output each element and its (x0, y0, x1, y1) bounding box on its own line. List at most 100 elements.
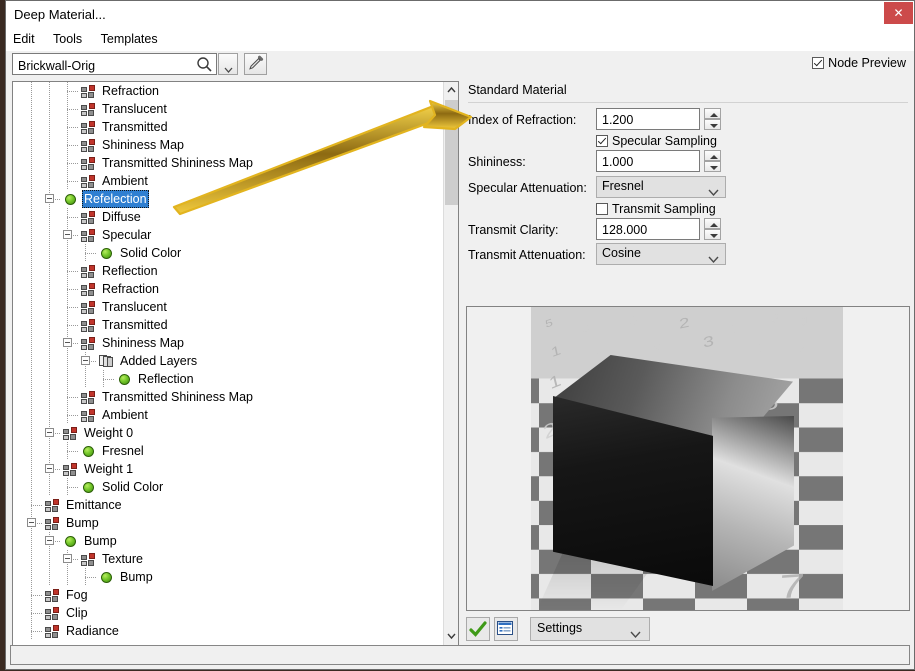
tree-node-label: Transmitted Shininess Map (102, 156, 253, 170)
shininess-label: Shininess: (468, 155, 526, 169)
tree-node[interactable]: Translucent (13, 298, 443, 316)
tree-node[interactable]: Emittance (13, 496, 443, 514)
tree-node[interactable]: Specular (13, 226, 443, 244)
index-of-refraction-field[interactable] (596, 108, 700, 130)
sphere-node-icon (117, 372, 133, 386)
close-button[interactable]: ✕ (884, 2, 913, 24)
tree-node[interactable]: Translucent (13, 100, 443, 118)
map-node-icon (81, 210, 97, 224)
checkbox-glyph (596, 203, 608, 215)
menu-item-edit[interactable]: Edit (6, 29, 42, 49)
tree-node[interactable]: Texture (13, 550, 443, 568)
tree-node-selected[interactable]: Refelection (13, 190, 443, 208)
tree-node-label: Refraction (102, 84, 159, 98)
map-node-icon (81, 318, 97, 332)
tree-node[interactable]: Transmitted (13, 316, 443, 334)
tree-node[interactable]: Shininess Map (13, 334, 443, 352)
tree-node[interactable]: Clip (13, 604, 443, 622)
tree-node[interactable]: Diffuse (13, 208, 443, 226)
properties-section-title: Standard Material (468, 83, 567, 97)
triangle-up-icon (710, 113, 718, 117)
tree-node[interactable]: Added Layers (13, 352, 443, 370)
preview-options-button[interactable] (494, 617, 518, 641)
transmit-sampling-checkbox[interactable]: Transmit Sampling (596, 202, 716, 216)
tree-node[interactable]: Transmitted (13, 118, 443, 136)
tree-node[interactable]: Solid Color (13, 478, 443, 496)
material-preview[interactable]: 54321312431415271 (466, 306, 910, 611)
tree-node[interactable]: Weight 1 (13, 460, 443, 478)
chevron-down-icon (708, 251, 719, 269)
tree-node[interactable]: Refraction (13, 280, 443, 298)
tree-node[interactable]: Fog (13, 586, 443, 604)
transmit-clarity-stepper[interactable] (704, 218, 721, 240)
tree-expander[interactable] (45, 428, 54, 437)
menu-item-tools[interactable]: Tools (46, 29, 89, 49)
tree-expander[interactable] (45, 536, 54, 545)
stepper-up-button[interactable] (704, 150, 721, 161)
tree-expander[interactable] (45, 464, 54, 473)
shininess-input[interactable] (600, 153, 700, 171)
scroll-track[interactable] (444, 205, 458, 628)
stepper-up-button[interactable] (704, 218, 721, 229)
specular-attenuation-dropdown[interactable]: Fresnel (596, 176, 726, 198)
tree-expander[interactable] (63, 230, 72, 239)
apply-button[interactable] (466, 617, 490, 641)
tree-vertical-scrollbar[interactable] (443, 82, 458, 645)
tree-node[interactable]: Weight 0 (13, 424, 443, 442)
tree-node[interactable]: Reflection (13, 262, 443, 280)
shininess-stepper[interactable] (704, 150, 721, 172)
transmit-attenuation-value: Cosine (602, 246, 641, 260)
section-divider (468, 102, 908, 103)
tree-expander[interactable] (63, 554, 72, 563)
stepper-down-button[interactable] (704, 119, 721, 130)
stepper-down-button[interactable] (704, 229, 721, 240)
scroll-thumb[interactable] (445, 100, 458, 205)
tree-node[interactable]: Transmitted Shininess Map (13, 154, 443, 172)
tree-expander[interactable] (27, 518, 36, 527)
shininess-field[interactable] (596, 150, 700, 172)
tree-node-label: Bump (84, 534, 117, 548)
floor-number: 1 (726, 321, 738, 338)
tree-node[interactable]: Fresnel (13, 442, 443, 460)
node-preview-checkbox[interactable]: Node Preview (812, 56, 906, 70)
tree-node[interactable]: Ambient (13, 172, 443, 190)
map-node-icon (63, 426, 79, 440)
stepper-down-button[interactable] (704, 161, 721, 172)
material-dropdown-button[interactable] (218, 53, 238, 75)
menu-item-templates[interactable]: Templates (94, 29, 165, 49)
material-search-box[interactable] (12, 53, 217, 75)
tree-node[interactable]: Radiance (13, 622, 443, 640)
tree-list[interactable]: Refraction Translucent Transmitted Shinines… (13, 82, 443, 645)
stepper-up-button[interactable] (704, 108, 721, 119)
toolbar-row: Node Preview (6, 51, 914, 79)
tree-node[interactable]: Shininess Map (13, 136, 443, 154)
scroll-up-button[interactable] (444, 82, 458, 99)
tree-node[interactable]: Bump (13, 532, 443, 550)
tree-node[interactable]: Bump (13, 514, 443, 532)
index-of-refraction-stepper[interactable] (704, 108, 721, 130)
tree-expander[interactable] (81, 356, 90, 365)
index-of-refraction-input[interactable] (600, 111, 700, 129)
tree-node-label: Solid Color (102, 480, 164, 494)
tree-expander[interactable] (45, 194, 54, 203)
transmit-clarity-input[interactable] (600, 221, 700, 239)
tree-node-label: Ambient (102, 174, 148, 188)
tree-node[interactable]: Transmitted Shininess Map (13, 388, 443, 406)
settings-dropdown[interactable]: Settings (530, 617, 650, 641)
tree-node[interactable]: Refraction (13, 82, 443, 100)
tree-expander[interactable] (63, 338, 72, 347)
tree-node[interactable]: Bump (13, 568, 443, 586)
tree-node[interactable]: Ambient (13, 406, 443, 424)
transmit-clarity-field[interactable] (596, 218, 700, 240)
search-input[interactable] (16, 56, 190, 75)
eyedropper-button[interactable] (244, 53, 267, 75)
tree-node[interactable]: Reflection (13, 370, 443, 388)
material-tree-panel[interactable]: Refraction Translucent Transmitted Shinines… (12, 81, 459, 646)
map-node-icon (45, 588, 61, 602)
specular-attenuation-value: Fresnel (602, 179, 644, 193)
transmit-attenuation-dropdown[interactable]: Cosine (596, 243, 726, 265)
preview-render[interactable]: 54321312431415271 (531, 307, 843, 610)
tree-node[interactable]: Solid Color (13, 244, 443, 262)
specular-sampling-checkbox[interactable]: Specular Sampling (596, 134, 717, 148)
scroll-down-button[interactable] (444, 628, 458, 645)
